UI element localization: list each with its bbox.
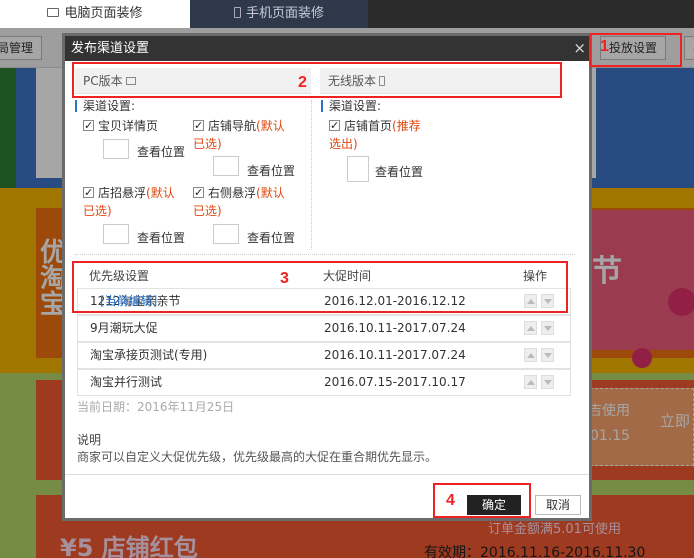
current-edit-link[interactable]: [当前编辑] [100, 289, 157, 314]
checkbox-item-store-home[interactable]: 店铺首页(推荐 [329, 117, 421, 135]
checkbox-label: 店铺首页 [344, 119, 393, 133]
pc-version-header: PC版本 [75, 68, 311, 94]
checkbox[interactable] [193, 117, 204, 135]
phone-icon [379, 75, 386, 86]
promo-name: 淘宝承接页测试(专用) [90, 348, 208, 362]
default-note: (默认 [256, 186, 285, 200]
table-row[interactable]: 1212淘宝亲亲节 [当前编辑] 2016.12.01-2016.12.12 [77, 288, 571, 315]
annotation-number-4: 4 [446, 492, 455, 509]
default-note: 已选) [83, 204, 112, 218]
promo-name: 淘宝并行测试 [90, 375, 163, 389]
move-down-icon[interactable] [541, 321, 554, 335]
view-position-link[interactable]: 查看位置 [137, 143, 185, 160]
move-up-icon[interactable] [524, 321, 537, 335]
tab-pc-decoration[interactable]: 电脑页面装修 [0, 0, 190, 28]
promo-time: 2016.10.11-2017.07.24 [324, 348, 466, 362]
default-note: 选出) [329, 137, 358, 151]
col-promo-time: 大促时间 [323, 269, 372, 283]
promo-name: 9月潮玩大促 [90, 321, 158, 335]
dialog-header: 发布渠道设置 × [65, 36, 589, 61]
promo-time: 2016.12.01-2016.12.12 [324, 294, 466, 308]
checkbox-label: 店铺导航 [208, 119, 257, 133]
section-divider [311, 100, 312, 250]
section-divider [75, 254, 575, 255]
priority-table-header: 优先级设置 大促时间 操作 [77, 264, 571, 286]
checkbox-label: 右侧悬浮 [208, 186, 257, 200]
checkbox[interactable] [83, 117, 94, 135]
checkbox-item-store-nav[interactable]: 店铺导航(默认 [193, 117, 285, 135]
wireless-version-label: 无线版本 [328, 74, 377, 88]
table-row[interactable]: 9月潮玩大促 2016.10.11-2017.07.24 [77, 315, 571, 342]
checkbox[interactable] [83, 184, 94, 202]
tab-pc-label: 电脑页面装修 [64, 6, 143, 21]
view-position-link[interactable]: 查看位置 [137, 229, 185, 246]
col-actions: 操作 [523, 269, 548, 283]
col-priority: 优先级设置 [89, 269, 150, 283]
note-text: 商家可以自定义大促优先级，优先级最高的大促在重合期优先显示。 [77, 450, 438, 464]
publish-channel-dialog: 发布渠道设置 × PC版本 无线版本 渠道设置: 宝贝详情页 查看位置 店铺导航… [62, 33, 592, 521]
checkbox-label: 店招悬浮 [98, 186, 147, 200]
cancel-button[interactable]: 取消 [535, 495, 581, 515]
checkbox[interactable] [193, 184, 204, 202]
annotation-number-3: 3 [280, 270, 289, 287]
default-note: 已选) [193, 137, 222, 151]
dialog-title: 发布渠道设置 [71, 41, 150, 56]
tab-mobile-decoration[interactable]: 手机页面装修 [190, 0, 368, 28]
checkbox-item-header-float[interactable]: 店招悬浮(默认 [83, 184, 175, 202]
view-position-link[interactable]: 查看位置 [375, 163, 423, 180]
position-thumbnail [103, 224, 129, 244]
default-note: (默认 [256, 119, 285, 133]
position-thumbnail [213, 224, 239, 244]
top-tab-bar: 电脑页面装修 手机页面装修 [0, 0, 694, 28]
annotation-number-1: 1 [600, 38, 609, 55]
promo-time: 2016.07.15-2017.10.17 [324, 375, 466, 389]
tab-mobile-label: 手机页面装修 [245, 6, 324, 21]
table-row[interactable]: 淘宝并行测试 2016.07.15-2017.10.17 [77, 369, 571, 396]
checkbox[interactable] [329, 117, 340, 135]
move-up-icon[interactable] [524, 348, 537, 362]
wireless-channel-section-title: 渠道设置: [321, 100, 381, 112]
move-down-icon[interactable] [541, 375, 554, 389]
phone-icon [233, 7, 241, 18]
note-title: 说明 [77, 433, 102, 447]
move-up-icon[interactable] [524, 294, 537, 308]
close-icon[interactable]: × [573, 36, 586, 61]
view-position-link[interactable]: 查看位置 [247, 162, 295, 179]
checkbox-item-right-float[interactable]: 右侧悬浮(默认 [193, 184, 285, 202]
table-row[interactable]: 淘宝承接页测试(专用) 2016.10.11-2017.07.24 [77, 342, 571, 369]
monitor-icon [125, 76, 136, 85]
confirm-button[interactable]: 确定 [467, 495, 521, 515]
view-position-link[interactable]: 查看位置 [247, 229, 295, 246]
default-note: (推荐 [392, 119, 421, 133]
position-thumbnail [213, 156, 239, 176]
position-thumbnail [347, 156, 369, 182]
move-down-icon[interactable] [541, 294, 554, 308]
promo-time: 2016.10.11-2017.07.24 [324, 321, 466, 335]
monitor-icon [47, 8, 60, 17]
position-thumbnail [103, 139, 129, 159]
move-down-icon[interactable] [541, 348, 554, 362]
pc-channel-section-title: 渠道设置: [75, 100, 135, 112]
pc-version-label: PC版本 [83, 74, 123, 88]
default-note: 已选) [193, 204, 222, 218]
move-up-icon[interactable] [524, 375, 537, 389]
checkbox-item-detail-page[interactable]: 宝贝详情页 [83, 117, 158, 135]
checkbox-label: 宝贝详情页 [98, 119, 159, 133]
default-note: (默认 [146, 186, 175, 200]
annotation-number-2: 2 [298, 74, 307, 91]
wireless-version-header: 无线版本 [320, 68, 560, 94]
current-date: 当前日期：2016年11月25日 [77, 400, 235, 414]
